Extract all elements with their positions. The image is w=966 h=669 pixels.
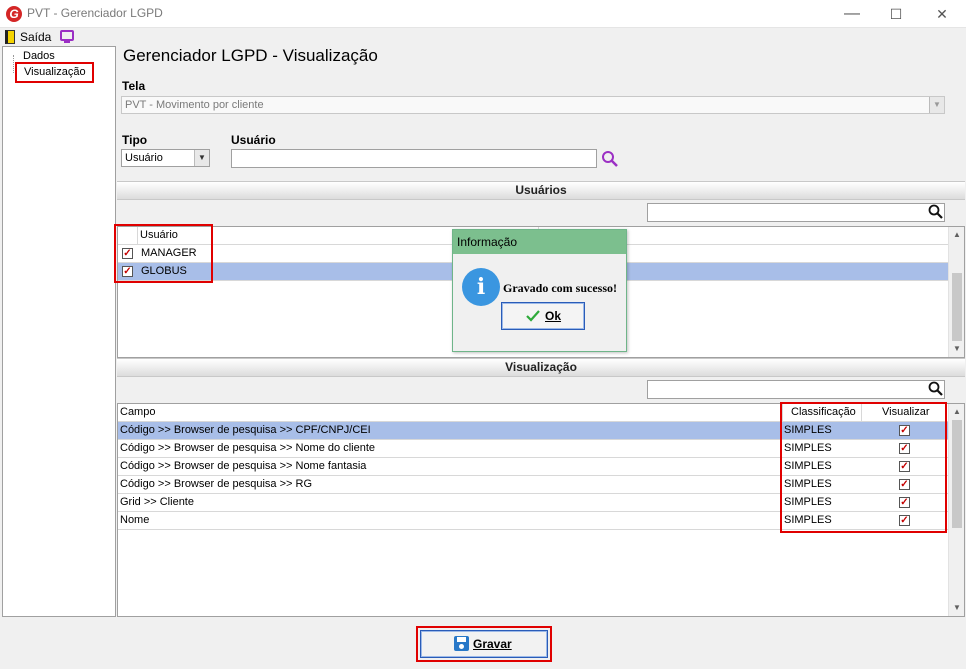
users-filter-input[interactable] (647, 203, 945, 222)
view-row-campo: Código >> Browser de pesquisa >> Nome fa… (120, 460, 367, 472)
info-icon: i (462, 268, 500, 306)
ok-button[interactable]: Ok (501, 302, 585, 330)
view-column-campo[interactable]: Campo (120, 404, 155, 421)
exit-menu-item[interactable]: Saída (0, 28, 52, 46)
users-section-header: Usuários (117, 181, 965, 200)
tipo-label: Tipo (122, 133, 148, 147)
view-scroll-up-icon[interactable]: ▲ (949, 404, 965, 420)
tree-item-visualizacao[interactable]: Visualização (24, 66, 86, 78)
users-checkbox-highlight (114, 224, 213, 283)
screen-menu-button[interactable] (56, 28, 78, 46)
window-title: PVT - Gerenciador LGPD (27, 6, 163, 20)
tree-connector (13, 55, 14, 73)
navigation-tree: Dados Visualização (2, 46, 116, 617)
ok-label: Ok (545, 309, 562, 323)
view-scrollbar[interactable]: ▲ ▼ (948, 404, 964, 616)
tipo-dropdown-arrow-icon[interactable]: ▼ (194, 150, 209, 166)
usuario-input[interactable] (231, 149, 597, 168)
dialog-title: Informação (453, 230, 626, 254)
view-row-campo: Código >> Browser de pesquisa >> CPF/CNP… (120, 424, 371, 436)
save-button[interactable]: Gravar (420, 630, 548, 658)
view-scroll-down-icon[interactable]: ▼ (949, 600, 965, 616)
menu-bar: Saída (0, 28, 966, 46)
dialog-message: Gravado com sucesso! (503, 281, 617, 295)
tela-select[interactable]: PVT - Movimento por cliente ▼ (121, 96, 945, 114)
view-row-campo: Código >> Browser de pesquisa >> Nome do… (120, 442, 375, 454)
close-button[interactable]: ✕ (920, 0, 964, 28)
users-scrollbar[interactable]: ▲ ▼ (948, 227, 964, 357)
view-filter-input[interactable] (647, 380, 945, 399)
view-section-header: Visualização (117, 358, 965, 377)
view-filter-search-icon[interactable] (928, 381, 944, 397)
users-scroll-thumb[interactable] (952, 273, 962, 341)
usuario-search-icon[interactable] (601, 150, 619, 168)
usuario-label: Usuário (231, 133, 276, 147)
tela-label: Tela (122, 79, 146, 93)
view-scroll-thumb[interactable] (952, 420, 962, 528)
tree-item-dados[interactable]: Dados (23, 50, 55, 62)
minimize-button[interactable]: — (830, 0, 874, 28)
page-title: Gerenciador LGPD - Visualização (123, 46, 378, 65)
users-scroll-down-icon[interactable]: ▼ (949, 341, 965, 357)
exit-door-icon (5, 30, 15, 44)
view-row-campo: Grid >> Cliente (120, 496, 194, 508)
check-icon (526, 310, 540, 322)
save-label: Gravar (473, 637, 512, 651)
app-logo-icon: G (6, 6, 22, 22)
tipo-select[interactable]: Usuário ▼ (121, 149, 210, 167)
monitor-icon (60, 30, 74, 41)
info-dialog: Informação i Gravado com sucesso! Ok (452, 229, 627, 352)
exit-label: Saída (20, 30, 52, 44)
floppy-disk-icon (454, 636, 469, 651)
users-scroll-up-icon[interactable]: ▲ (949, 227, 965, 243)
tela-select-value: PVT - Movimento por cliente (125, 99, 264, 111)
title-bar: G PVT - Gerenciador LGPD — ☐ ✕ (0, 0, 966, 28)
tipo-select-value: Usuário (125, 152, 163, 164)
monitor-stand-icon (64, 41, 70, 43)
users-filter-search-icon[interactable] (928, 204, 944, 220)
maximize-button[interactable]: ☐ (874, 0, 918, 28)
view-row-campo: Código >> Browser de pesquisa >> RG (120, 478, 313, 490)
tela-dropdown-arrow-icon[interactable]: ▼ (929, 97, 944, 113)
view-row-campo: Nome (120, 514, 150, 526)
classification-columns-highlight (780, 402, 947, 533)
